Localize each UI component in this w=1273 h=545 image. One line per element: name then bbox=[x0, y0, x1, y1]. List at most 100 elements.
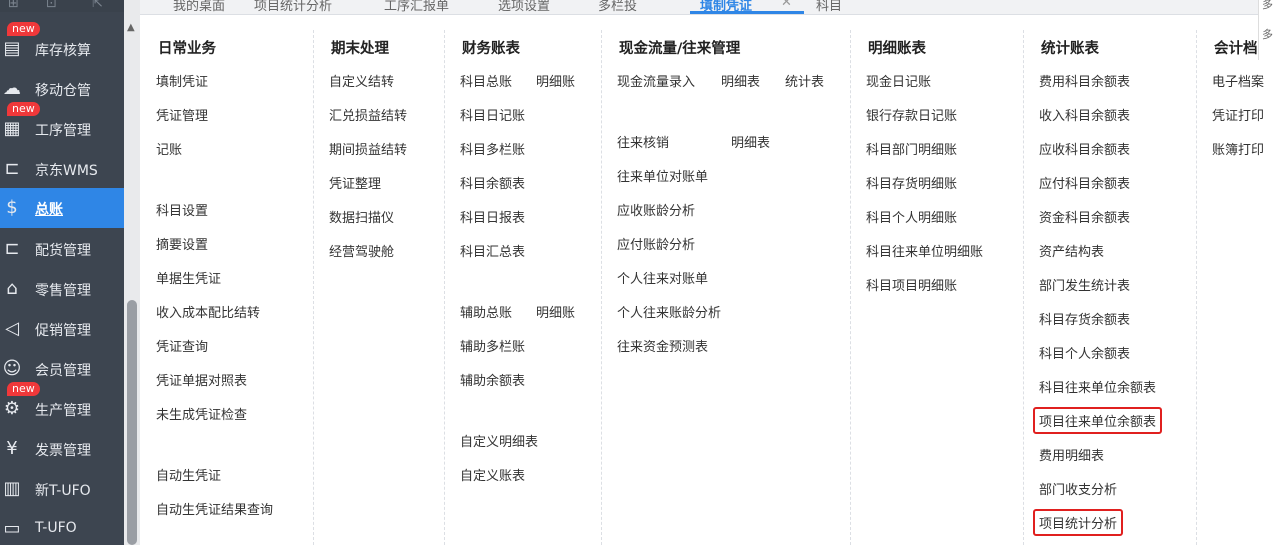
menu-item-e-archive[interactable]: 电子档案 bbox=[1212, 71, 1264, 90]
sidebar-item-label: 工序管理 bbox=[35, 123, 91, 139]
export-icon[interactable]: ⇱ bbox=[92, 0, 103, 11]
tab-multi-column[interactable]: 多栏投 bbox=[598, 0, 637, 14]
menu-item-aux-multicolumn[interactable]: 辅助多栏账 bbox=[460, 336, 525, 355]
menu-item-ar-balance[interactable]: 应收科目余额表 bbox=[1039, 139, 1130, 158]
menu-item-summary-setup[interactable]: 摘要设置 bbox=[156, 234, 208, 253]
menu-item-personal-balance[interactable]: 科目个人余额表 bbox=[1039, 343, 1130, 362]
menu-item-reconcile[interactable]: 往来核销 bbox=[617, 132, 669, 151]
menu-item-ap-aging[interactable]: 应付账龄分析 bbox=[617, 234, 695, 253]
menu-item-post[interactable]: 记账 bbox=[156, 139, 182, 158]
menu-item-personal-aging[interactable]: 个人往来账龄分析 bbox=[617, 302, 721, 321]
column-divider bbox=[601, 30, 602, 545]
menu-item-cash-journal[interactable]: 现金日记账 bbox=[866, 71, 931, 90]
tab-subject[interactable]: 科目 bbox=[816, 0, 842, 14]
menu-item-personal-statement[interactable]: 个人往来对账单 bbox=[617, 268, 708, 287]
menu-item-fund-balance[interactable]: 资金科目余额表 bbox=[1039, 207, 1130, 226]
grid-icon[interactable]: ⊞ bbox=[8, 0, 19, 11]
sidebar-item-retail[interactable]: ⌂ 零售管理 bbox=[0, 269, 124, 309]
menu-item-aux-detail[interactable]: 明细账 bbox=[536, 302, 575, 321]
sidebar-item-general-ledger[interactable]: $ 总账 bbox=[0, 188, 124, 228]
menu-item-ungenerated-check[interactable]: 未生成凭证检查 bbox=[156, 404, 247, 423]
menu-item-voucher-mgmt[interactable]: 凭证管理 bbox=[156, 105, 208, 124]
menu-item-detail-ledger[interactable]: 明细账 bbox=[536, 71, 575, 90]
menu-item-income-cost-matching[interactable]: 收入成本配比结转 bbox=[156, 302, 260, 321]
menu-item-aux-general[interactable]: 辅助总账 bbox=[460, 302, 512, 321]
menu-item-fill-voucher[interactable]: 填制凭证 bbox=[156, 71, 208, 90]
ufo-icon: ▭ bbox=[3, 518, 21, 539]
menu-item-project-stats[interactable]: 项目统计分析 bbox=[1033, 509, 1124, 536]
sidebar-item-new-t-ufo[interactable]: ▥ 新T-UFO bbox=[0, 469, 124, 509]
sidebar-item-inventory-calc[interactable]: ▤ new 库存核算 bbox=[0, 22, 124, 69]
column-title: 明细账表 bbox=[868, 41, 926, 57]
tab-options[interactable]: 选项设置 bbox=[498, 0, 550, 14]
menu-item-cashflow-stats[interactable]: 统计表 bbox=[785, 71, 824, 90]
sidebar-scrollbar[interactable]: ▲ bbox=[124, 0, 140, 545]
menu-item-data-scanner[interactable]: 数据扫描仪 bbox=[329, 207, 394, 226]
right-edge-text: 多 bbox=[1262, 0, 1273, 11]
close-icon[interactable]: ✕ bbox=[781, 0, 792, 10]
menu-item-book-print[interactable]: 账簿打印 bbox=[1212, 139, 1264, 158]
menu-item-doc-to-voucher[interactable]: 单据生凭证 bbox=[156, 268, 221, 287]
menu-item-subject-multicolumn[interactable]: 科目多栏账 bbox=[460, 139, 525, 158]
menu-item-dept-detail[interactable]: 科目部门明细账 bbox=[866, 139, 957, 158]
menu-item-general-ledger[interactable]: 科目总账 bbox=[460, 71, 512, 90]
sidebar-item-promotion[interactable]: ◁ 促销管理 bbox=[0, 309, 124, 349]
menu-item-expense-balance[interactable]: 费用科目余额表 bbox=[1039, 71, 1130, 90]
promotion-icon: ◁ bbox=[5, 318, 19, 339]
menu-item-auto-voucher-result[interactable]: 自动生凭证结果查询 bbox=[156, 499, 273, 518]
menu-item-income-balance[interactable]: 收入科目余额表 bbox=[1039, 105, 1130, 124]
menu-item-custom-carryover[interactable]: 自定义结转 bbox=[329, 71, 394, 90]
menu-item-project-unit-balance[interactable]: 项目往来单位余额表 bbox=[1033, 407, 1163, 434]
menu-item-unit-detail[interactable]: 科目往来单位明细账 bbox=[866, 241, 983, 260]
menu-item-cashflow-entry[interactable]: 现金流量录入 bbox=[617, 71, 695, 90]
menu-item-subject-journal[interactable]: 科目日记账 bbox=[460, 105, 525, 124]
menu-item-aux-balance[interactable]: 辅助余额表 bbox=[460, 370, 525, 389]
menu-item-subject-daily[interactable]: 科目日报表 bbox=[460, 207, 525, 226]
sidebar-item-production[interactable]: ⚙ new 生产管理 bbox=[0, 382, 124, 429]
menu-item-project-detail[interactable]: 科目项目明细账 bbox=[866, 275, 957, 294]
menu-item-dept-stats[interactable]: 部门发生统计表 bbox=[1039, 275, 1130, 294]
member-icon: ☺ bbox=[2, 358, 22, 379]
menu-item-fx-carryover[interactable]: 汇兑损益结转 bbox=[329, 105, 407, 124]
menu-item-fund-forecast[interactable]: 往来资金预测表 bbox=[617, 336, 708, 355]
sidebar-item-t-ufo[interactable]: ▭ T-UFO bbox=[0, 509, 124, 545]
menu-item-ap-balance[interactable]: 应付科目余额表 bbox=[1039, 173, 1130, 192]
menu-item-subject-setup[interactable]: 科目设置 bbox=[156, 200, 208, 219]
tab-project-stats[interactable]: 项目统计分析 bbox=[254, 0, 332, 14]
menu-item-pl-carryover[interactable]: 期间损益结转 bbox=[329, 139, 407, 158]
scrollbar-thumb[interactable] bbox=[127, 300, 137, 545]
sidebar-item-process[interactable]: ▦ new 工序管理 bbox=[0, 102, 124, 149]
sidebar-item-jd-wms[interactable]: ⊏ 京东WMS bbox=[0, 149, 124, 189]
menu-item-asset-structure[interactable]: 资产结构表 bbox=[1039, 241, 1104, 260]
menu-item-unit-balance[interactable]: 科目往来单位余额表 bbox=[1039, 377, 1156, 396]
sidebar-item-distribution[interactable]: ⊏ 配货管理 bbox=[0, 229, 124, 269]
menu-item-subject-summary[interactable]: 科目汇总表 bbox=[460, 241, 525, 260]
menu-item-voucher-sort[interactable]: 凭证整理 bbox=[329, 173, 381, 192]
sidebar-item-label: 发票管理 bbox=[35, 443, 91, 459]
menu-item-cashflow-detail[interactable]: 明细表 bbox=[721, 71, 760, 90]
menu-item-ar-aging[interactable]: 应收账龄分析 bbox=[617, 200, 695, 219]
menu-item-custom-report[interactable]: 自定义账表 bbox=[460, 465, 525, 484]
column-title: 财务账表 bbox=[462, 41, 520, 57]
search-doc-icon[interactable]: ⊡ bbox=[46, 0, 57, 11]
menu-item-reconcile-detail[interactable]: 明细表 bbox=[731, 132, 770, 151]
menu-item-voucher-query[interactable]: 凭证查询 bbox=[156, 336, 208, 355]
sidebar-item-label: 京东WMS bbox=[35, 163, 98, 179]
scroll-up-icon[interactable]: ▲ bbox=[127, 22, 135, 33]
menu-item-custom-detail[interactable]: 自定义明细表 bbox=[460, 431, 538, 450]
menu-item-voucher-doc-cross[interactable]: 凭证单据对照表 bbox=[156, 370, 247, 389]
menu-item-bank-journal[interactable]: 银行存款日记账 bbox=[866, 105, 957, 124]
tab-process-report[interactable]: 工序汇报单 bbox=[384, 0, 449, 14]
menu-item-expense-detail[interactable]: 费用明细表 bbox=[1039, 445, 1104, 464]
menu-item-stock-balance[interactable]: 科目存货余额表 bbox=[1039, 309, 1130, 328]
menu-item-auto-voucher[interactable]: 自动生凭证 bbox=[156, 465, 221, 484]
tab-my-desktop[interactable]: 我的桌面 bbox=[173, 0, 225, 14]
menu-item-subject-balance[interactable]: 科目余额表 bbox=[460, 173, 525, 192]
menu-item-voucher-print[interactable]: 凭证打印 bbox=[1212, 105, 1264, 124]
menu-item-personal-detail[interactable]: 科目个人明细账 bbox=[866, 207, 957, 226]
sidebar-item-invoice[interactable]: ¥ 发票管理 bbox=[0, 429, 124, 469]
menu-item-unit-statement[interactable]: 往来单位对账单 bbox=[617, 166, 708, 185]
menu-item-cockpit[interactable]: 经营驾驶舱 bbox=[329, 241, 394, 260]
menu-item-dept-income-expense[interactable]: 部门收支分析 bbox=[1039, 479, 1117, 498]
menu-item-stock-detail[interactable]: 科目存货明细账 bbox=[866, 173, 957, 192]
